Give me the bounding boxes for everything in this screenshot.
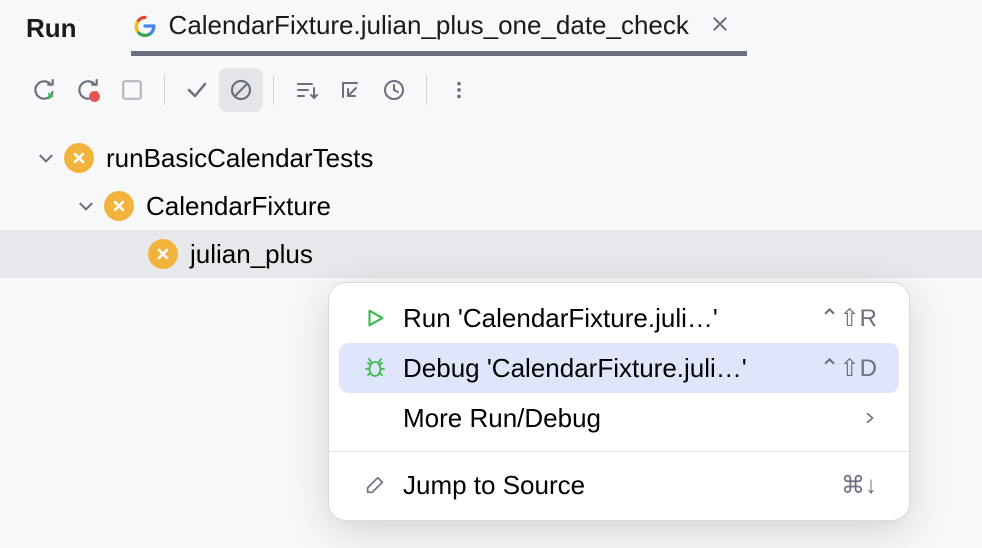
menu-label: Jump to Source <box>403 470 827 501</box>
rerun-failed-button[interactable] <box>66 68 110 112</box>
context-menu: Run 'CalendarFixture.juli…' ⌃⇧R Debug 'C… <box>328 282 910 521</box>
run-icon <box>361 304 389 332</box>
show-ignored-button[interactable] <box>219 68 263 112</box>
menu-item-run[interactable]: Run 'CalendarFixture.juli…' ⌃⇧R <box>339 293 899 343</box>
menu-shortcut: ⌃⇧R <box>819 304 877 333</box>
tree-node-label: julian_plus <box>190 239 313 270</box>
menu-separator <box>329 451 909 452</box>
menu-shortcut: ⌃⇧D <box>819 354 877 383</box>
test-tree: runBasicCalendarTests CalendarFixture ju… <box>0 124 982 278</box>
google-test-icon <box>131 12 159 40</box>
more-options-button[interactable] <box>437 68 481 112</box>
close-tab-button[interactable] <box>707 13 733 39</box>
menu-label: Run 'CalendarFixture.juli…' <box>403 303 805 334</box>
panel-title: Run <box>26 13 77 54</box>
debug-icon <box>361 354 389 382</box>
sort-button[interactable] <box>284 68 328 112</box>
run-config-tab[interactable]: CalendarFixture.julian_plus_one_date_che… <box>131 10 747 56</box>
chevron-down-icon <box>74 197 98 215</box>
chevron-down-icon <box>34 149 58 167</box>
test-failed-icon <box>64 143 94 173</box>
chevron-right-icon <box>863 404 877 432</box>
test-history-button[interactable] <box>372 68 416 112</box>
spacer <box>361 404 389 432</box>
tab-label: CalendarFixture.julian_plus_one_date_che… <box>169 10 689 41</box>
stop-button[interactable] <box>110 68 154 112</box>
toolbar-separator <box>164 75 165 105</box>
panel-header: Run CalendarFixture.julian_plus_one_date… <box>0 0 982 56</box>
test-failed-icon <box>148 239 178 269</box>
tree-node-label: CalendarFixture <box>146 191 331 222</box>
test-failed-icon <box>104 191 134 221</box>
tree-node-label: runBasicCalendarTests <box>106 143 373 174</box>
menu-label: Debug 'CalendarFixture.juli…' <box>403 353 805 384</box>
run-toolbar <box>0 56 982 124</box>
toolbar-separator <box>273 75 274 105</box>
menu-item-more-run-debug[interactable]: More Run/Debug <box>339 393 899 443</box>
menu-label: More Run/Debug <box>403 403 849 434</box>
tree-node-fixture[interactable]: CalendarFixture <box>0 182 982 230</box>
show-passed-button[interactable] <box>175 68 219 112</box>
toolbar-separator <box>426 75 427 105</box>
tree-node-root[interactable]: runBasicCalendarTests <box>0 134 982 182</box>
menu-shortcut: ⌘↓ <box>841 471 877 500</box>
menu-item-debug[interactable]: Debug 'CalendarFixture.juli…' ⌃⇧D <box>339 343 899 393</box>
import-results-button[interactable] <box>328 68 372 112</box>
rerun-button[interactable] <box>22 68 66 112</box>
menu-item-jump-to-source[interactable]: Jump to Source ⌘↓ <box>339 460 899 510</box>
tree-node-test[interactable]: julian_plus <box>0 230 982 278</box>
edit-icon <box>361 471 389 499</box>
